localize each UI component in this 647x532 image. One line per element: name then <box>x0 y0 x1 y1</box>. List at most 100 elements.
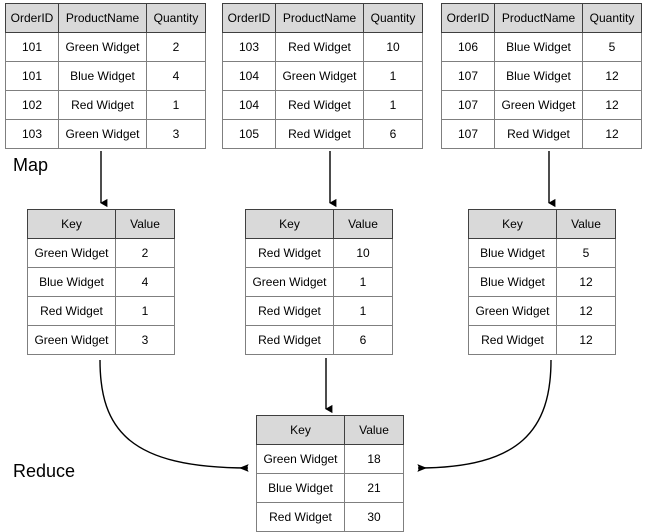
input-split-table-1: OrderID ProductName Quantity 101 Green W… <box>5 3 206 149</box>
column-header-orderid: OrderID <box>5 3 59 33</box>
table-header-row: Key Value <box>468 209 616 239</box>
cell-value: 12 <box>556 267 616 297</box>
cell-orderid: 104 <box>222 90 276 120</box>
cell-key: Green Widget <box>468 296 557 326</box>
table-header-row: OrderID ProductName Quantity <box>222 3 423 33</box>
cell-orderid: 104 <box>222 61 276 91</box>
column-header-key: Key <box>27 209 116 239</box>
table-row: 107 Blue Widget 12 <box>441 61 642 91</box>
table-row: Red Widget 1 <box>27 296 175 326</box>
table-row: Red Widget 30 <box>256 502 404 532</box>
cell-key: Green Widget <box>245 267 334 297</box>
column-header-quantity: Quantity <box>146 3 206 33</box>
cell-productname: Red Widget <box>275 90 364 120</box>
cell-value: 1 <box>115 296 175 326</box>
cell-quantity: 5 <box>582 32 642 62</box>
table-row: 102 Red Widget 1 <box>5 90 206 120</box>
cell-key: Blue Widget <box>468 267 557 297</box>
table-row: 107 Green Widget 12 <box>441 90 642 120</box>
cell-productname: Red Widget <box>58 90 147 120</box>
table-row: 104 Red Widget 1 <box>222 90 423 120</box>
column-header-quantity: Quantity <box>363 3 423 33</box>
column-header-value: Value <box>333 209 393 239</box>
input-split-table-2: OrderID ProductName Quantity 103 Red Wid… <box>222 3 423 149</box>
cell-value: 1 <box>333 296 393 326</box>
cell-key: Green Widget <box>256 444 345 474</box>
cell-value: 30 <box>344 502 404 532</box>
table-row: 101 Blue Widget 4 <box>5 61 206 91</box>
cell-productname: Blue Widget <box>494 32 583 62</box>
cell-key: Green Widget <box>27 325 116 355</box>
cell-value: 1 <box>333 267 393 297</box>
map-output-table-3: Key Value Blue Widget 5 Blue Widget 12 G… <box>468 209 616 355</box>
cell-orderid: 106 <box>441 32 495 62</box>
cell-quantity: 12 <box>582 119 642 149</box>
table-row: Blue Widget 4 <box>27 267 175 297</box>
cell-productname: Green Widget <box>494 90 583 120</box>
cell-key: Red Widget <box>245 325 334 355</box>
cell-orderid: 101 <box>5 61 59 91</box>
table-row: 103 Green Widget 3 <box>5 119 206 149</box>
table-row: 104 Green Widget 1 <box>222 61 423 91</box>
cell-quantity: 12 <box>582 90 642 120</box>
cell-value: 12 <box>556 296 616 326</box>
column-header-quantity: Quantity <box>582 3 642 33</box>
cell-productname: Red Widget <box>275 32 364 62</box>
column-header-key: Key <box>468 209 557 239</box>
reduce-output-table: Key Value Green Widget 18 Blue Widget 21… <box>256 415 404 532</box>
cell-key: Blue Widget <box>468 238 557 268</box>
cell-productname: Green Widget <box>58 32 147 62</box>
table-row: Red Widget 12 <box>468 325 616 355</box>
table-row: Blue Widget 12 <box>468 267 616 297</box>
column-header-productname: ProductName <box>58 3 147 33</box>
stage-label-reduce: Reduce <box>13 461 76 481</box>
arrow-reduce-left <box>99 359 249 472</box>
column-header-orderid: OrderID <box>222 3 276 33</box>
cell-key: Blue Widget <box>256 473 345 503</box>
cell-value: 12 <box>556 325 616 355</box>
mapreduce-diagram-canvas: Map Reduce OrderID ProductName Quantity … <box>0 0 647 532</box>
cell-quantity: 1 <box>363 90 423 120</box>
cell-orderid: 107 <box>441 61 495 91</box>
cell-quantity: 1 <box>363 61 423 91</box>
cell-quantity: 2 <box>146 32 206 62</box>
table-row: Red Widget 10 <box>245 238 393 268</box>
column-header-value: Value <box>344 415 404 445</box>
cell-key: Red Widget <box>256 502 345 532</box>
table-row: Blue Widget 5 <box>468 238 616 268</box>
cell-productname: Red Widget <box>494 119 583 149</box>
table-row: 106 Blue Widget 5 <box>441 32 642 62</box>
cell-orderid: 103 <box>222 32 276 62</box>
table-row: 103 Red Widget 10 <box>222 32 423 62</box>
cell-orderid: 107 <box>441 90 495 120</box>
table-row: Blue Widget 21 <box>256 473 404 503</box>
cell-productname: Blue Widget <box>494 61 583 91</box>
cell-quantity: 1 <box>146 90 206 120</box>
cell-orderid: 101 <box>5 32 59 62</box>
table-header-row: Key Value <box>245 209 393 239</box>
column-header-key: Key <box>256 415 345 445</box>
column-header-value: Value <box>556 209 616 239</box>
table-row: 101 Green Widget 2 <box>5 32 206 62</box>
table-row: Red Widget 1 <box>245 296 393 326</box>
table-header-row: Key Value <box>256 415 404 445</box>
table-row: Green Widget 3 <box>27 325 175 355</box>
cell-value: 4 <box>115 267 175 297</box>
table-row: Red Widget 6 <box>245 325 393 355</box>
cell-quantity: 10 <box>363 32 423 62</box>
table-row: Green Widget 1 <box>245 267 393 297</box>
table-row: Green Widget 12 <box>468 296 616 326</box>
cell-key: Red Widget <box>27 296 116 326</box>
cell-productname: Green Widget <box>275 61 364 91</box>
cell-value: 5 <box>556 238 616 268</box>
cell-orderid: 105 <box>222 119 276 149</box>
table-header-row: OrderID ProductName Quantity <box>441 3 642 33</box>
cell-key: Blue Widget <box>27 267 116 297</box>
column-header-key: Key <box>245 209 334 239</box>
cell-value: 10 <box>333 238 393 268</box>
cell-orderid: 107 <box>441 119 495 149</box>
cell-orderid: 103 <box>5 119 59 149</box>
cell-value: 6 <box>333 325 393 355</box>
table-header-row: OrderID ProductName Quantity <box>5 3 206 33</box>
cell-productname: Green Widget <box>58 119 147 149</box>
